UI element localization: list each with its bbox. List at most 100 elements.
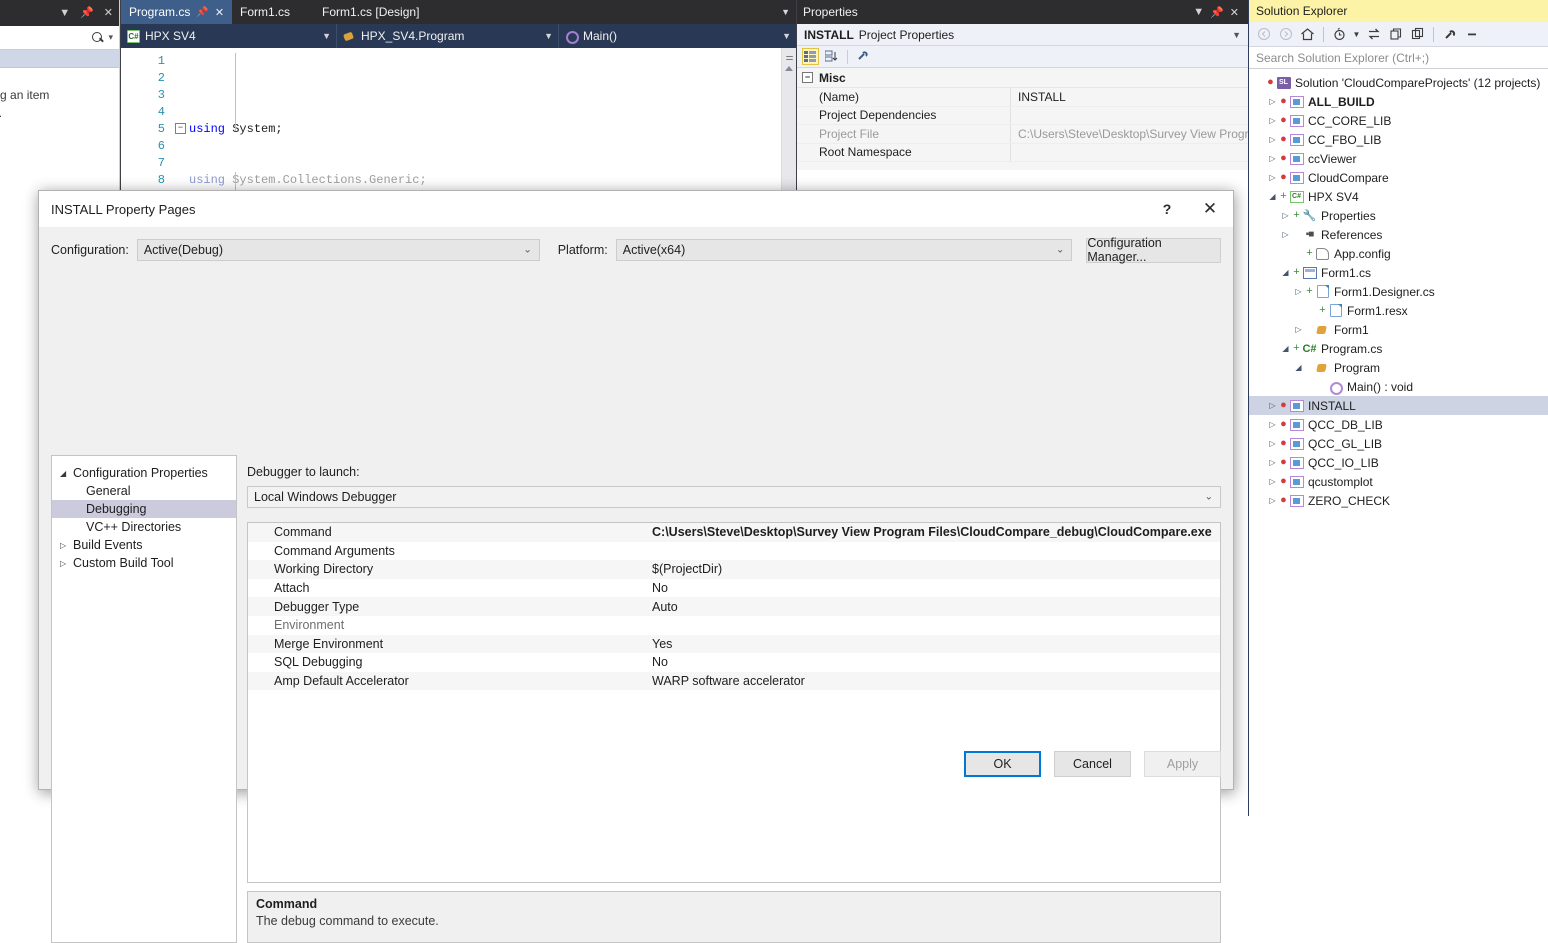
pin-icon[interactable]: 📌 [78, 8, 96, 19]
table-row[interactable]: Root Namespace [797, 144, 1248, 163]
pin-icon[interactable]: 📌 [1207, 6, 1227, 19]
table-row[interactable]: Project Dependencies [797, 107, 1248, 126]
tree-node-form1[interactable]: ▷Form1 [1249, 320, 1548, 339]
tree-node-zero-check[interactable]: ▷●ZERO_CHECK [1249, 491, 1548, 510]
tree-node-form1-designer-cs[interactable]: ▷+Form1.Designer.cs [1249, 282, 1548, 301]
tree-node-cc-core-lib[interactable]: ▷●CC_CORE_LIB [1249, 111, 1548, 130]
collapse-arrow-icon[interactable]: ▷ [1266, 420, 1279, 429]
dialog-nav-vc-directories[interactable]: VC++ Directories [52, 518, 236, 536]
properties-group-misc[interactable]: − Misc [797, 68, 1248, 88]
chevron-down-icon[interactable]: ▼ [782, 31, 791, 41]
dialog-nav-general[interactable]: General [52, 482, 236, 500]
close-icon[interactable]: ✕ [102, 8, 115, 19]
nav-type-dropdown[interactable]: HPX_SV4.Program ▼ [337, 24, 559, 48]
debugger-to-launch-dropdown[interactable]: Local Windows Debugger ⌄ [247, 486, 1221, 508]
tree-node-all-build[interactable]: ▷●ALL_BUILD [1249, 92, 1548, 111]
chevron-down-icon[interactable]: ⌄ [1205, 492, 1213, 503]
cancel-button[interactable]: Cancel [1054, 751, 1131, 777]
fold-toggle-icon[interactable]: − [175, 123, 186, 134]
chevron-down-icon[interactable]: ▼ [781, 7, 790, 17]
table-row[interactable]: Working Directory$(ProjectDir) [248, 560, 1220, 579]
properties-object-selector[interactable]: INSTALL Project Properties ▼ [797, 24, 1248, 46]
dialog-nav-debugging[interactable]: Debugging [52, 500, 236, 518]
table-row[interactable]: Merge EnvironmentYes [248, 635, 1220, 654]
chevron-down-icon[interactable]: ▼ [1190, 6, 1207, 18]
property-pages-icon[interactable] [855, 48, 872, 65]
property-value[interactable] [1011, 144, 1248, 162]
table-row[interactable]: Environment [248, 616, 1220, 635]
chevron-down-icon[interactable]: ▼ [57, 8, 72, 19]
collapse-arrow-icon[interactable]: ▷ [1266, 173, 1279, 182]
refresh-icon[interactable] [1386, 25, 1405, 44]
expand-arrow-icon[interactable]: ◢ [1279, 268, 1292, 277]
forward-icon[interactable] [1276, 25, 1295, 44]
collapse-arrow-icon[interactable]: ▷ [1266, 496, 1279, 505]
expand-arrow-icon[interactable]: ◢ [1266, 192, 1279, 201]
tab-form1-cs[interactable]: Form1.cs [232, 0, 298, 24]
search-solution-explorer-input[interactable]: Search Solution Explorer (Ctrl+;) [1249, 47, 1548, 69]
dialog-nav-configuration-properties[interactable]: ◢Configuration Properties [52, 464, 236, 482]
collapse-arrow-icon[interactable]: ▷ [1292, 325, 1305, 334]
collapse-arrow-icon[interactable]: ▷ [1266, 116, 1279, 125]
table-row[interactable]: (Name) INSTALL [797, 88, 1248, 107]
tree-node-cloudcompare[interactable]: ▷●CloudCompare [1249, 168, 1548, 187]
tree-node-qcc-gl-lib[interactable]: ▷●QCC_GL_LIB [1249, 434, 1548, 453]
dialog-nav-custom-build-tool[interactable]: ▷Custom Build Tool [52, 554, 236, 572]
ok-button[interactable]: OK [964, 751, 1041, 777]
tree-node-qcustomplot[interactable]: ▷●qcustomplot [1249, 472, 1548, 491]
tree-node-properties[interactable]: ▷+🔧Properties [1249, 206, 1548, 225]
close-icon[interactable]: ✕ [1227, 6, 1242, 19]
tree-node-install[interactable]: ▷●INSTALL [1249, 396, 1548, 415]
collapse-arrow-icon[interactable]: ▷ [1279, 230, 1292, 239]
toolbox-category-header[interactable] [0, 50, 119, 68]
table-row[interactable]: SQL DebuggingNo [248, 653, 1220, 672]
split-view-icon[interactable]: ⚌ [784, 52, 795, 61]
collapse-arrow-icon[interactable]: ▷ [60, 559, 73, 568]
expand-arrow-icon[interactable]: ◢ [60, 469, 73, 478]
chevron-down-icon[interactable]: ▾ [108, 32, 113, 43]
property-value[interactable]: $(ProjectDir) [644, 562, 1220, 576]
chevron-down-icon[interactable]: ▼ [1232, 30, 1241, 40]
property-value[interactable]: No [644, 655, 1220, 669]
sync-icon[interactable] [1364, 25, 1383, 44]
collapse-icon[interactable]: − [802, 72, 813, 83]
tree-node-program-cs[interactable]: ◢+C#Program.cs [1249, 339, 1548, 358]
pin-icon[interactable]: 📌 [196, 7, 208, 18]
tree-node-form1-resx[interactable]: +Form1.resx [1249, 301, 1548, 320]
table-row[interactable]: Debugger TypeAuto [248, 597, 1220, 616]
property-value[interactable]: INSTALL [1011, 88, 1248, 106]
scroll-up-arrow-icon[interactable] [785, 66, 793, 71]
chevron-down-icon[interactable]: ▼ [544, 31, 553, 41]
tab-program-cs[interactable]: Program.cs 📌 ✕ [121, 0, 232, 24]
collapse-arrow-icon[interactable]: ▷ [1266, 97, 1279, 106]
collapse-arrow-icon[interactable]: ▷ [1266, 458, 1279, 467]
property-value[interactable]: WARP software accelerator [644, 674, 1220, 688]
table-row[interactable]: Command Arguments [248, 542, 1220, 561]
tab-form1-cs-design[interactable]: Form1.cs [Design] [298, 0, 427, 24]
categorized-view-icon[interactable] [802, 48, 819, 65]
close-icon[interactable]: ✕ [215, 6, 224, 19]
help-icon[interactable]: ? [1147, 191, 1187, 227]
home-icon[interactable] [1298, 25, 1317, 44]
tree-node-app-config[interactable]: +App.config [1249, 244, 1548, 263]
nav-member-dropdown[interactable]: Main() ▼ [559, 24, 796, 48]
collapse-arrow-icon[interactable]: ▷ [1266, 154, 1279, 163]
collapse-arrow-icon[interactable]: ▷ [1266, 401, 1279, 410]
pending-changes-icon[interactable] [1330, 25, 1349, 44]
table-row[interactable]: CommandC:\Users\Steve\Desktop\Survey Vie… [248, 523, 1220, 542]
property-value[interactable]: Auto [644, 600, 1220, 614]
tree-node-solution-cloudcompareprojects-12-projects[interactable]: ●SLSolution 'CloudCompareProjects' (12 p… [1249, 73, 1548, 92]
chevron-down-icon[interactable]: ⌄ [1056, 245, 1064, 256]
property-value[interactable]: Yes [644, 637, 1220, 651]
collapse-arrow-icon[interactable]: ▷ [60, 541, 73, 550]
expand-arrow-icon[interactable]: ◢ [1292, 363, 1305, 372]
tree-node-qcc-db-lib[interactable]: ▷●QCC_DB_LIB [1249, 415, 1548, 434]
properties-icon[interactable] [1440, 25, 1459, 44]
table-row[interactable]: Amp Default AcceleratorWARP software acc… [248, 672, 1220, 691]
configuration-dropdown[interactable]: Active(Debug) ⌄ [137, 239, 540, 261]
tree-node-qcc-io-lib[interactable]: ▷●QCC_IO_LIB [1249, 453, 1548, 472]
toolbox-search[interactable]: ▾ [0, 26, 119, 50]
collapse-arrow-icon[interactable]: ▷ [1266, 135, 1279, 144]
show-all-files-icon[interactable] [1408, 25, 1427, 44]
collapse-arrow-icon[interactable]: ▷ [1279, 211, 1292, 220]
